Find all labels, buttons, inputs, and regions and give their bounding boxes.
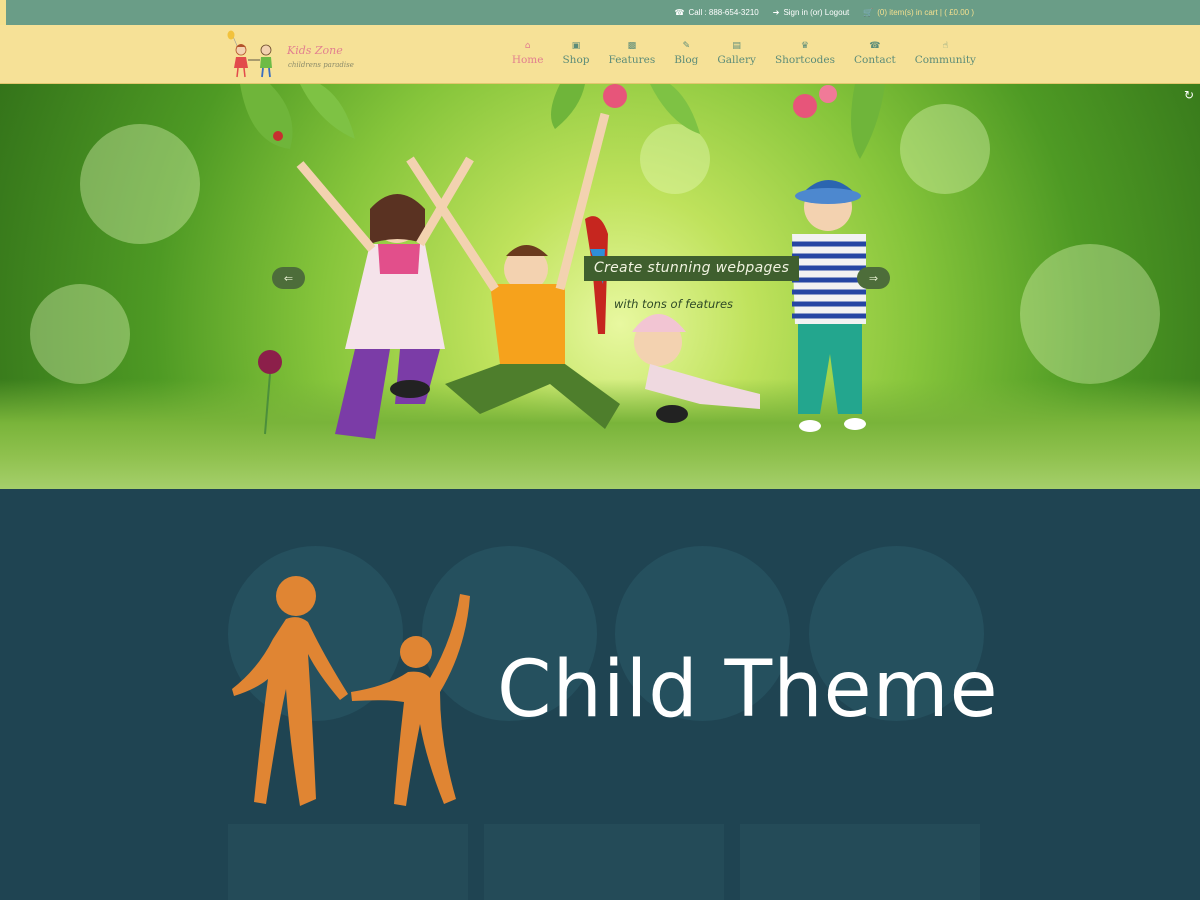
main-navigation: ⌂ Home ▣ Shop ▩ Features ✎ Blog ▤ Galler… bbox=[512, 41, 976, 66]
nav-item-blog[interactable]: ✎ Blog bbox=[674, 41, 698, 66]
nav-item-shop[interactable]: ▣ Shop bbox=[562, 41, 589, 66]
cart-icon: ▣ bbox=[571, 41, 581, 51]
nav-item-community[interactable]: ☝ Community bbox=[915, 41, 976, 66]
sign-in-icon: ➔ bbox=[772, 8, 780, 17]
nav-label-community[interactable]: Community bbox=[915, 54, 976, 66]
faded-photo-card bbox=[228, 824, 468, 900]
child-theme-title: Child Theme bbox=[497, 645, 999, 735]
parent-child-figure-icon bbox=[232, 576, 470, 806]
cart-icon: 🛒 bbox=[863, 8, 874, 17]
nav-label-home[interactable]: Home bbox=[512, 54, 544, 66]
topbar-cart-link[interactable]: 🛒 (0) item(s) in cart | ( £0.00 ) bbox=[863, 8, 974, 17]
nav-label-shop[interactable]: Shop bbox=[562, 54, 589, 66]
topbar-signin-link[interactable]: ➔ Sign in (or) Logout bbox=[773, 8, 850, 17]
nav-item-features[interactable]: ▩ Features bbox=[608, 41, 655, 66]
slide-subcaption: with tons of features bbox=[614, 297, 734, 311]
nav-label-shortcodes[interactable]: Shortcodes bbox=[775, 54, 835, 66]
nav-item-shortcodes[interactable]: ♛ Shortcodes bbox=[775, 41, 835, 66]
kids-logo-icon bbox=[227, 30, 272, 78]
topbar-phone-text: Call : 888-654-3210 bbox=[688, 8, 759, 17]
arrow-left-icon: ⇐ bbox=[283, 271, 294, 285]
child-theme-overlay-section: Child Theme bbox=[0, 489, 1200, 900]
thumbs-up-icon: ☝ bbox=[942, 41, 949, 51]
logo-title: Kids Zone bbox=[287, 44, 343, 57]
topbar-cart-text[interactable]: (0) item(s) in cart | ( £0.00 ) bbox=[877, 8, 974, 17]
home-icon: ⌂ bbox=[524, 41, 531, 51]
topbar-links: ☎ Call : 888-654-3210 ➔ Sign in (or) Log… bbox=[674, 8, 974, 17]
nav-label-features[interactable]: Features bbox=[608, 54, 655, 66]
trophy-icon: ♛ bbox=[800, 41, 809, 51]
top-utility-bar: ☎ Call : 888-654-3210 ➔ Sign in (or) Log… bbox=[0, 0, 1200, 25]
pencil-icon: ✎ bbox=[682, 41, 691, 51]
nav-label-gallery[interactable]: Gallery bbox=[717, 54, 756, 66]
nav-item-gallery[interactable]: ▤ Gallery bbox=[717, 41, 756, 66]
slider-next-button[interactable]: ⇒ bbox=[857, 267, 890, 289]
nav-item-home[interactable]: ⌂ Home bbox=[512, 41, 544, 66]
phone-icon: ☎ bbox=[674, 8, 685, 17]
gift-icon: ▩ bbox=[627, 41, 637, 51]
nav-label-contact[interactable]: Contact bbox=[854, 54, 896, 66]
topbar-signin-text[interactable]: Sign in (or) Logout bbox=[783, 8, 849, 17]
faded-photo-card bbox=[740, 824, 980, 900]
logo-subtitle: childrens paradise bbox=[288, 61, 354, 69]
nav-item-contact[interactable]: ☎ Contact bbox=[854, 41, 896, 66]
topbar-phone: ☎ Call : 888-654-3210 bbox=[674, 8, 758, 17]
slider-prev-button[interactable]: ⇐ bbox=[272, 267, 305, 289]
slide-caption: Create stunning webpages bbox=[584, 256, 800, 281]
children-illustration bbox=[240, 84, 885, 439]
phone-icon: ☎ bbox=[869, 41, 881, 51]
arrow-right-icon: ⇒ bbox=[868, 271, 879, 285]
site-logo[interactable]: Kids Zone childrens paradise bbox=[226, 30, 356, 80]
nav-label-blog[interactable]: Blog bbox=[674, 54, 698, 66]
refresh-icon[interactable]: ↻ bbox=[1184, 88, 1194, 102]
image-icon: ▤ bbox=[732, 41, 741, 51]
faded-photo-card bbox=[484, 824, 724, 900]
site-header: Kids Zone childrens paradise ⌂ Home ▣ Sh… bbox=[0, 25, 1200, 84]
hero-slider: ⇐ ⇒ ↻ Create stunning webpages with tons… bbox=[0, 84, 1200, 489]
